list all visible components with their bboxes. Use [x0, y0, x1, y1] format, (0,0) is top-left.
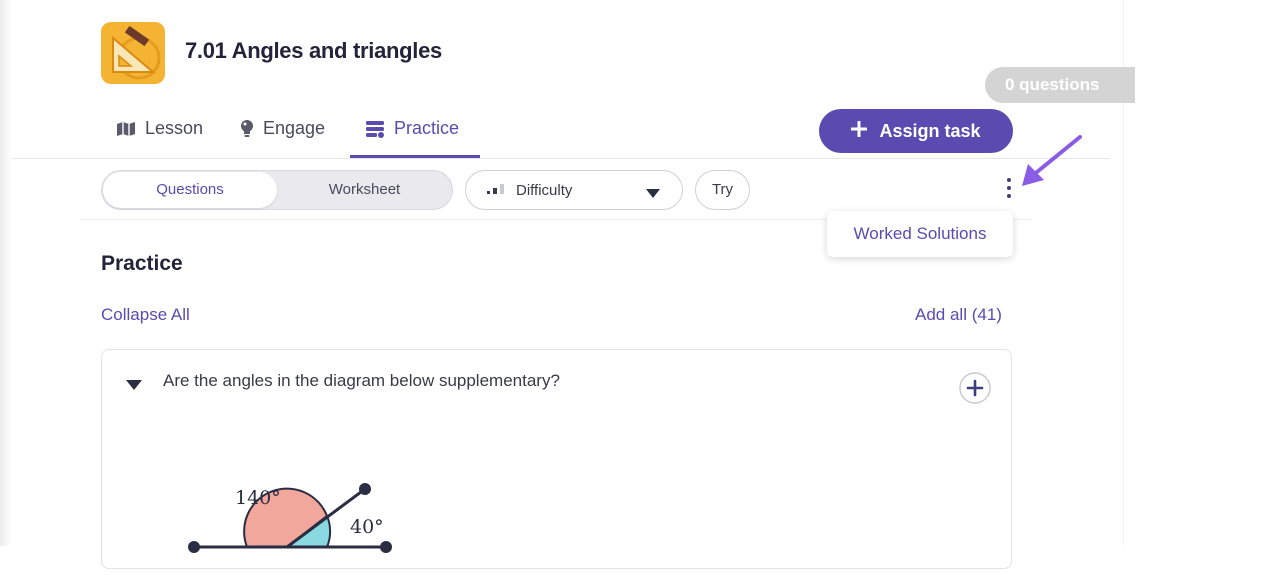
- set-square-icon: [101, 22, 165, 84]
- collapse-all-link[interactable]: Collapse All: [101, 305, 190, 325]
- add-question-icon[interactable]: [959, 372, 991, 404]
- signal-bars-icon: [486, 182, 506, 199]
- chevron-down-icon: [646, 186, 660, 203]
- lightbulb-icon: [240, 119, 254, 139]
- question-card: Are the angles in the diagram below supp…: [101, 349, 1012, 569]
- toggle-questions[interactable]: Questions: [103, 172, 277, 208]
- angle-label-small: 40°: [350, 516, 384, 538]
- map-icon: [116, 121, 136, 137]
- header-divider: [12, 158, 1110, 159]
- toggle-worksheet[interactable]: Worksheet: [277, 172, 452, 208]
- course-title: 7.01 Angles and triangles: [185, 38, 442, 63]
- collapse-caret-icon[interactable]: [126, 378, 142, 396]
- angle-diagram: 140° 40°: [182, 475, 422, 575]
- section-title: Practice: [101, 252, 183, 275]
- annotation-arrow-icon: [1018, 134, 1084, 195]
- questions-counter: 0 questions: [985, 67, 1135, 103]
- top-strip: [12, 0, 1124, 26]
- angle-label-large: 140°: [235, 487, 281, 509]
- try-button[interactable]: Try: [695, 170, 750, 210]
- plus-icon: [850, 120, 868, 142]
- assign-task-button[interactable]: Assign task: [819, 109, 1013, 153]
- tab-practice-label: Practice: [394, 118, 460, 138]
- left-edge-shadow: [0, 0, 12, 546]
- more-options-icon[interactable]: [1003, 178, 1015, 204]
- assign-task-label: Assign task: [879, 120, 981, 141]
- practice-icon: [365, 119, 385, 139]
- question-text: Are the angles in the diagram below supp…: [163, 371, 560, 390]
- view-toggle: Questions Worksheet: [101, 170, 453, 210]
- add-all-link[interactable]: Add all (41): [915, 305, 1002, 325]
- tab-lesson[interactable]: Lesson: [116, 118, 203, 139]
- worked-solutions-menu-item[interactable]: Worked Solutions: [827, 211, 1013, 257]
- difficulty-label: Difficulty: [516, 181, 573, 199]
- tab-engage-label: Engage: [263, 118, 326, 138]
- tab-engage[interactable]: Engage: [240, 118, 325, 139]
- difficulty-select[interactable]: Difficulty: [465, 170, 683, 210]
- tab-lesson-label: Lesson: [145, 118, 204, 138]
- right-panel: [1124, 0, 1275, 546]
- tab-practice[interactable]: Practice: [365, 118, 459, 139]
